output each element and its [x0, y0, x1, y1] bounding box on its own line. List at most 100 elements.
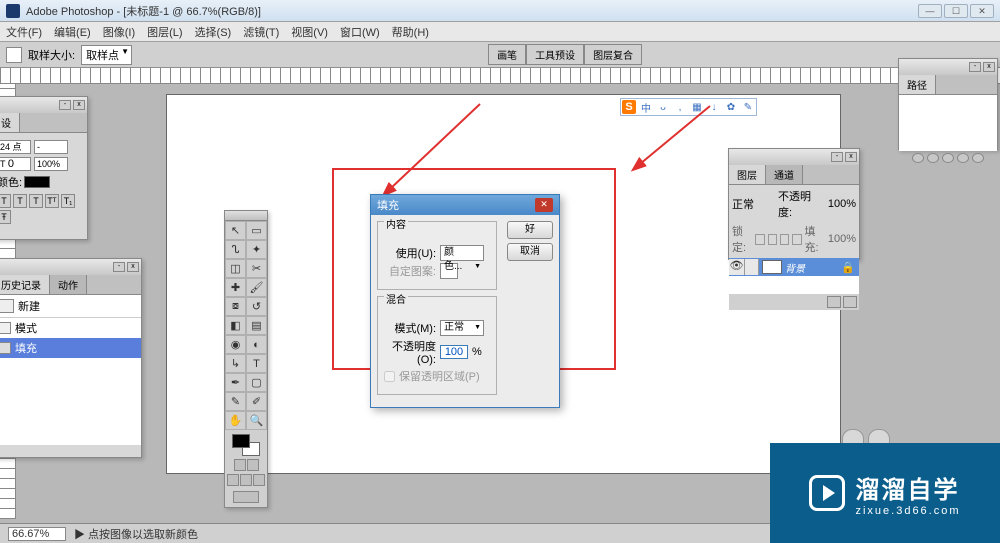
panel-header[interactable]: - x: [899, 59, 997, 75]
palette-tab-brushes[interactable]: 画笔: [488, 44, 526, 65]
dialog-titlebar[interactable]: 填充 ✕: [371, 195, 559, 215]
eyedropper-tool[interactable]: ✐: [246, 392, 267, 411]
use-select[interactable]: 颜色...: [440, 245, 484, 261]
ime-tool-icon[interactable]: ✎: [741, 100, 755, 114]
panel-header[interactable]: - x: [0, 259, 141, 275]
tab-layers[interactable]: 图层: [729, 165, 766, 184]
lock-position-icon[interactable]: [780, 234, 789, 245]
tab-channels[interactable]: 通道: [766, 165, 803, 184]
stroke-path-icon[interactable]: [927, 153, 939, 163]
panel-close-icon[interactable]: x: [127, 262, 139, 272]
tracking-field[interactable]: T 0: [0, 157, 31, 171]
lasso-tool[interactable]: ᔐ: [225, 240, 246, 259]
visibility-icon[interactable]: 👁: [729, 259, 745, 275]
tab-paths[interactable]: 路径: [899, 75, 936, 94]
ime-toolbar[interactable]: S 中 ᴗ , ▦ ↓ ✿ ✎: [620, 98, 757, 116]
color-swatches[interactable]: [232, 434, 260, 456]
dodge-tool[interactable]: ◐: [246, 335, 267, 354]
cancel-button[interactable]: 取消: [507, 243, 553, 261]
sample-size-select[interactable]: 取样点: [81, 45, 132, 65]
smallcaps-button[interactable]: Tᵀ: [45, 194, 59, 208]
ime-moon-icon[interactable]: ᴗ: [656, 100, 670, 114]
zoom-tool[interactable]: 🔍: [246, 411, 267, 430]
panel-min-icon[interactable]: -: [831, 152, 843, 162]
dialog-close-icon[interactable]: ✕: [535, 198, 553, 212]
heal-tool[interactable]: ✚: [225, 278, 246, 297]
bold-button[interactable]: T: [0, 194, 11, 208]
wand-tool[interactable]: ✦: [246, 240, 267, 259]
menu-select[interactable]: 选择(S): [195, 24, 232, 40]
menu-file[interactable]: 文件(F): [6, 24, 42, 40]
shape-tool[interactable]: ▢: [246, 373, 267, 392]
history-item[interactable]: 模式: [0, 318, 141, 338]
ime-skin-icon[interactable]: ✿: [724, 100, 738, 114]
ime-down-icon[interactable]: ↓: [707, 100, 721, 114]
menu-window[interactable]: 窗口(W): [340, 24, 380, 40]
char-tab[interactable]: 设: [0, 113, 20, 132]
lock-all-icon[interactable]: [792, 234, 801, 245]
strike-button[interactable]: Ŧ: [0, 210, 11, 224]
lock-pixels-icon[interactable]: [768, 234, 777, 245]
toolbox-grip[interactable]: [225, 211, 267, 221]
italic-button[interactable]: T: [13, 194, 27, 208]
tab-history[interactable]: 历史记录: [0, 275, 50, 294]
mode-select[interactable]: 正常: [440, 320, 484, 336]
delete-layer-icon[interactable]: [843, 296, 857, 308]
menu-edit[interactable]: 编辑(E): [54, 24, 91, 40]
menu-image[interactable]: 图像(I): [103, 24, 135, 40]
font-size-field[interactable]: 24 点: [0, 140, 31, 154]
blur-tool[interactable]: ◉: [225, 335, 246, 354]
slice-tool[interactable]: ✂: [246, 259, 267, 278]
stamp-tool[interactable]: ⧇: [225, 297, 246, 316]
palette-tab-layercomp[interactable]: 图层复合: [584, 44, 642, 65]
delete-path-icon[interactable]: [972, 153, 984, 163]
ruler-horizontal[interactable]: [0, 68, 1000, 84]
leading-field[interactable]: -: [34, 140, 68, 154]
screen-mode-1-icon[interactable]: [227, 474, 239, 486]
super-button[interactable]: T₁: [61, 194, 75, 208]
ime-punct-icon[interactable]: ,: [673, 100, 687, 114]
panel-header[interactable]: - x: [729, 149, 859, 165]
layer-row[interactable]: 👁 背景 🔒: [729, 258, 859, 276]
scale-field[interactable]: 100%: [34, 157, 68, 171]
menu-view[interactable]: 视图(V): [291, 24, 328, 40]
panel-close-icon[interactable]: x: [73, 100, 85, 110]
menu-help[interactable]: 帮助(H): [392, 24, 429, 40]
ime-keyboard-icon[interactable]: ▦: [690, 100, 704, 114]
pen-tool[interactable]: ✒: [225, 373, 246, 392]
panel-close-icon[interactable]: x: [983, 62, 995, 72]
caps-button[interactable]: T: [29, 194, 43, 208]
history-item-selected[interactable]: 填充: [0, 338, 141, 358]
screen-mode-3-icon[interactable]: [253, 474, 265, 486]
type-tool[interactable]: T: [246, 354, 267, 373]
gradient-tool[interactable]: ▤: [246, 316, 267, 335]
fill-path-icon[interactable]: [912, 153, 924, 163]
new-path-icon[interactable]: [957, 153, 969, 163]
tab-actions[interactable]: 动作: [50, 275, 87, 294]
path-tool[interactable]: ↳: [225, 354, 246, 373]
brush-tool[interactable]: 🖌: [246, 278, 267, 297]
panel-header[interactable]: - x: [0, 97, 87, 113]
tool-preset-icon[interactable]: [6, 47, 22, 63]
ok-button[interactable]: 好: [507, 221, 553, 239]
panel-min-icon[interactable]: -: [969, 62, 981, 72]
maximize-button[interactable]: ☐: [944, 4, 968, 18]
quickmask-mode-icon[interactable]: [247, 459, 259, 471]
marquee-tool[interactable]: ▭: [246, 221, 267, 240]
crop-tool[interactable]: ◫: [225, 259, 246, 278]
panel-min-icon[interactable]: -: [113, 262, 125, 272]
paths-list[interactable]: [899, 95, 997, 151]
blend-mode-select[interactable]: 正常: [732, 196, 774, 212]
fg-color-swatch[interactable]: [232, 434, 250, 448]
opacity-value[interactable]: 100%: [828, 198, 856, 210]
menu-layer[interactable]: 图层(L): [147, 24, 182, 40]
link-icon[interactable]: [745, 259, 759, 275]
minimize-button[interactable]: —: [918, 4, 942, 18]
hand-tool[interactable]: ✋: [225, 411, 246, 430]
ime-lang-icon[interactable]: 中: [639, 100, 653, 114]
lock-transparent-icon[interactable]: [755, 234, 764, 245]
standard-mode-icon[interactable]: [234, 459, 246, 471]
new-layer-icon[interactable]: [827, 296, 841, 308]
close-button[interactable]: ✕: [970, 4, 994, 18]
move-tool[interactable]: ↖: [225, 221, 246, 240]
